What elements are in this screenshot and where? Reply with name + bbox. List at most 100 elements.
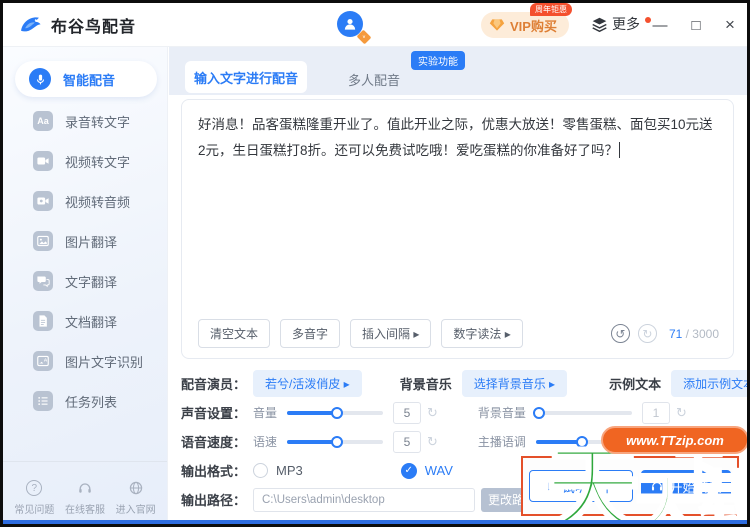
tone-value[interactable] xyxy=(641,430,670,453)
char-counter: 71 / 3000 xyxy=(668,326,719,341)
close-button[interactable]: × xyxy=(713,3,747,47)
vip-promo-badge: 周年钜惠 xyxy=(530,3,572,16)
online-service-label: 在线客服 xyxy=(64,505,105,516)
sidebar: 智能配音 Aa 录音转文字 视频转文字 视频转音频 图片翻译 文字翻译 文档翻译… xyxy=(3,47,168,524)
text-caret xyxy=(619,142,621,158)
sidebar-item-label: 录音转文字 xyxy=(65,114,131,130)
globe-icon xyxy=(127,479,145,497)
rate-value[interactable] xyxy=(393,430,422,453)
minimize-button[interactable]: — xyxy=(643,3,677,47)
rate-slider[interactable] xyxy=(287,435,384,448)
sound-row: 声音设置： 音量 ↻ 背景音量 ↻ xyxy=(181,398,735,427)
editor-toolbar: 清空文本 多音字 插入间隔 ▸ 数字读法 ▸ ↺ ↻ 71 / 3000 xyxy=(198,319,719,348)
sidebar-item-label: 智能配音 xyxy=(63,72,116,88)
preview-button[interactable]: ▶ 试听一下 xyxy=(529,470,633,502)
sidebar-item-image-translate[interactable]: 图片翻译 xyxy=(3,221,167,261)
preview-label: 试听一下 xyxy=(561,479,614,495)
volume-value[interactable] xyxy=(393,401,422,424)
voice-select[interactable]: 若兮/活泼俏皮 ▸ xyxy=(253,370,362,397)
volume-slider[interactable] xyxy=(287,406,384,419)
output-path-input[interactable] xyxy=(253,487,475,512)
faq-button[interactable]: ? 常见问题 xyxy=(14,479,54,516)
dubbing-text-input[interactable]: 好消息！品客蛋糕隆重开业了。值此开业之际，优惠大放送！零售蛋糕、面包买10元送2… xyxy=(182,100,733,280)
sidebar-item-task-list[interactable]: 任务列表 xyxy=(3,381,167,421)
bgm-label: 背景音乐 xyxy=(399,377,452,392)
sidebar-item-label: 图片文字识别 xyxy=(65,354,144,370)
official-site-label: 进入官网 xyxy=(115,505,156,516)
tone-reset-icon[interactable]: ↻ xyxy=(676,434,687,450)
bg-volume-slider[interactable] xyxy=(532,406,632,419)
tab-text-dubbing[interactable]: 输入文字进行配音 xyxy=(185,61,307,93)
clear-text-button[interactable]: 清空文本 xyxy=(198,319,271,348)
video-to-text-icon xyxy=(33,151,53,171)
official-site-button[interactable]: 进入官网 xyxy=(116,479,156,516)
format-label: 输出格式： xyxy=(181,464,247,479)
bird-logo-icon xyxy=(21,16,41,31)
sidebar-item-audio-to-text[interactable]: Aa 录音转文字 xyxy=(3,101,167,141)
svg-text:A: A xyxy=(44,358,48,364)
more-label: 更多 xyxy=(612,16,640,32)
tab-multi-voice[interactable]: 多人配音 xyxy=(329,64,419,94)
headphones-icon xyxy=(652,481,663,491)
volume-reset-icon[interactable]: ↻ xyxy=(427,405,438,421)
bgm-select[interactable]: 选择背景音乐 ▸ xyxy=(461,370,568,397)
voice-row: 配音演员： 若兮/活泼俏皮 ▸ 背景音乐 选择背景音乐 ▸ 示例文本 添加示例文… xyxy=(181,369,747,398)
volume-label: 音量 xyxy=(253,406,278,420)
mp3-radio[interactable] xyxy=(253,463,268,478)
speed-row: 语音速度： 语速 ↻ 主播语调 ↻ xyxy=(181,427,735,456)
bg-volume-reset-icon[interactable]: ↻ xyxy=(676,405,687,421)
bg-volume-value[interactable] xyxy=(641,401,670,424)
chat-bubbles-icon xyxy=(33,271,53,291)
sidebar-item-smart-dubbing[interactable]: 智能配音 xyxy=(15,61,157,97)
text-editor-card: 好消息！品客蛋糕隆重开业了。值此开业之际，优惠大放送！零售蛋糕、面包买10元送2… xyxy=(181,99,734,359)
maximize-button[interactable]: □ xyxy=(679,3,713,47)
number-reading-button[interactable]: 数字读法 ▸ xyxy=(441,319,523,348)
sidebar-item-label: 文字翻译 xyxy=(65,274,118,290)
sidebar-item-doc-translate[interactable]: 文档翻译 xyxy=(3,301,167,341)
more-menu[interactable]: 更多 xyxy=(591,14,651,34)
tone-slider[interactable] xyxy=(535,435,632,448)
rate-label: 语速 xyxy=(253,435,278,449)
sidebar-item-label: 任务列表 xyxy=(65,394,118,410)
sidebar-item-label: 文档翻译 xyxy=(65,314,118,330)
layers-icon xyxy=(592,17,607,32)
rate-reset-icon[interactable]: ↻ xyxy=(427,434,438,450)
sidebar-item-video-to-text[interactable]: 视频转文字 xyxy=(3,141,167,181)
wav-label: WAV xyxy=(424,463,453,478)
redo-icon[interactable]: ↻ xyxy=(637,324,657,343)
tone-label: 主播语调 xyxy=(477,435,526,449)
question-circle-icon: ? xyxy=(25,479,43,497)
user-avatar[interactable]: V xyxy=(337,11,372,45)
sidebar-item-label: 视频转文字 xyxy=(65,154,131,170)
sidebar-menu: 智能配音 Aa 录音转文字 视频转文字 视频转音频 图片翻译 文字翻译 文档翻译… xyxy=(3,47,167,421)
wav-radio[interactable]: ✓ xyxy=(400,462,417,479)
image-translate-icon xyxy=(33,231,53,251)
sample-select[interactable]: 添加示例文本 ▸ xyxy=(671,370,747,397)
main-panel: 输入文字进行配音 多人配音 实验功能 好消息！品客蛋糕隆重开业了。值此开业之际，… xyxy=(169,47,747,524)
sidebar-item-video-to-audio[interactable]: 视频转音频 xyxy=(3,181,167,221)
voice-label: 配音演员： xyxy=(181,377,247,392)
sample-label: 示例文本 xyxy=(609,377,662,392)
audio-to-text-icon: Aa xyxy=(33,111,53,131)
convert-label: 开始转换 xyxy=(669,479,722,495)
sidebar-footer: ? 常见问题 在线客服 进入官网 xyxy=(3,479,167,516)
app-title: 布谷鸟配音 xyxy=(51,18,137,36)
sound-label: 声音设置： xyxy=(181,406,247,421)
speed-label: 语音速度： xyxy=(181,435,247,450)
sidebar-item-text-translate[interactable]: 文字翻译 xyxy=(3,261,167,301)
title-bar: 布谷鸟配音 V 周年钜惠 VIP购买 更多 — □ × xyxy=(3,3,747,47)
faq-label: 常见问题 xyxy=(14,505,55,516)
document-icon xyxy=(33,311,53,331)
tab-strip: 输入文字进行配音 多人配音 实验功能 xyxy=(169,47,747,95)
online-service-button[interactable]: 在线客服 xyxy=(65,479,105,516)
vip-gem-icon xyxy=(489,19,505,31)
undo-icon[interactable]: ↺ xyxy=(610,324,630,343)
insert-pause-button[interactable]: 插入间隔 ▸ xyxy=(350,319,432,348)
headset-icon xyxy=(76,479,94,497)
path-label: 输出路径： xyxy=(181,493,247,508)
experimental-badge: 实验功能 xyxy=(411,51,465,70)
polyphone-button[interactable]: 多音字 xyxy=(280,319,341,348)
action-box: ▶ 试听一下 开始转换 xyxy=(521,456,739,516)
sidebar-item-ocr[interactable]: A 图片文字识别 xyxy=(3,341,167,381)
start-convert-button[interactable]: 开始转换 xyxy=(641,470,731,502)
